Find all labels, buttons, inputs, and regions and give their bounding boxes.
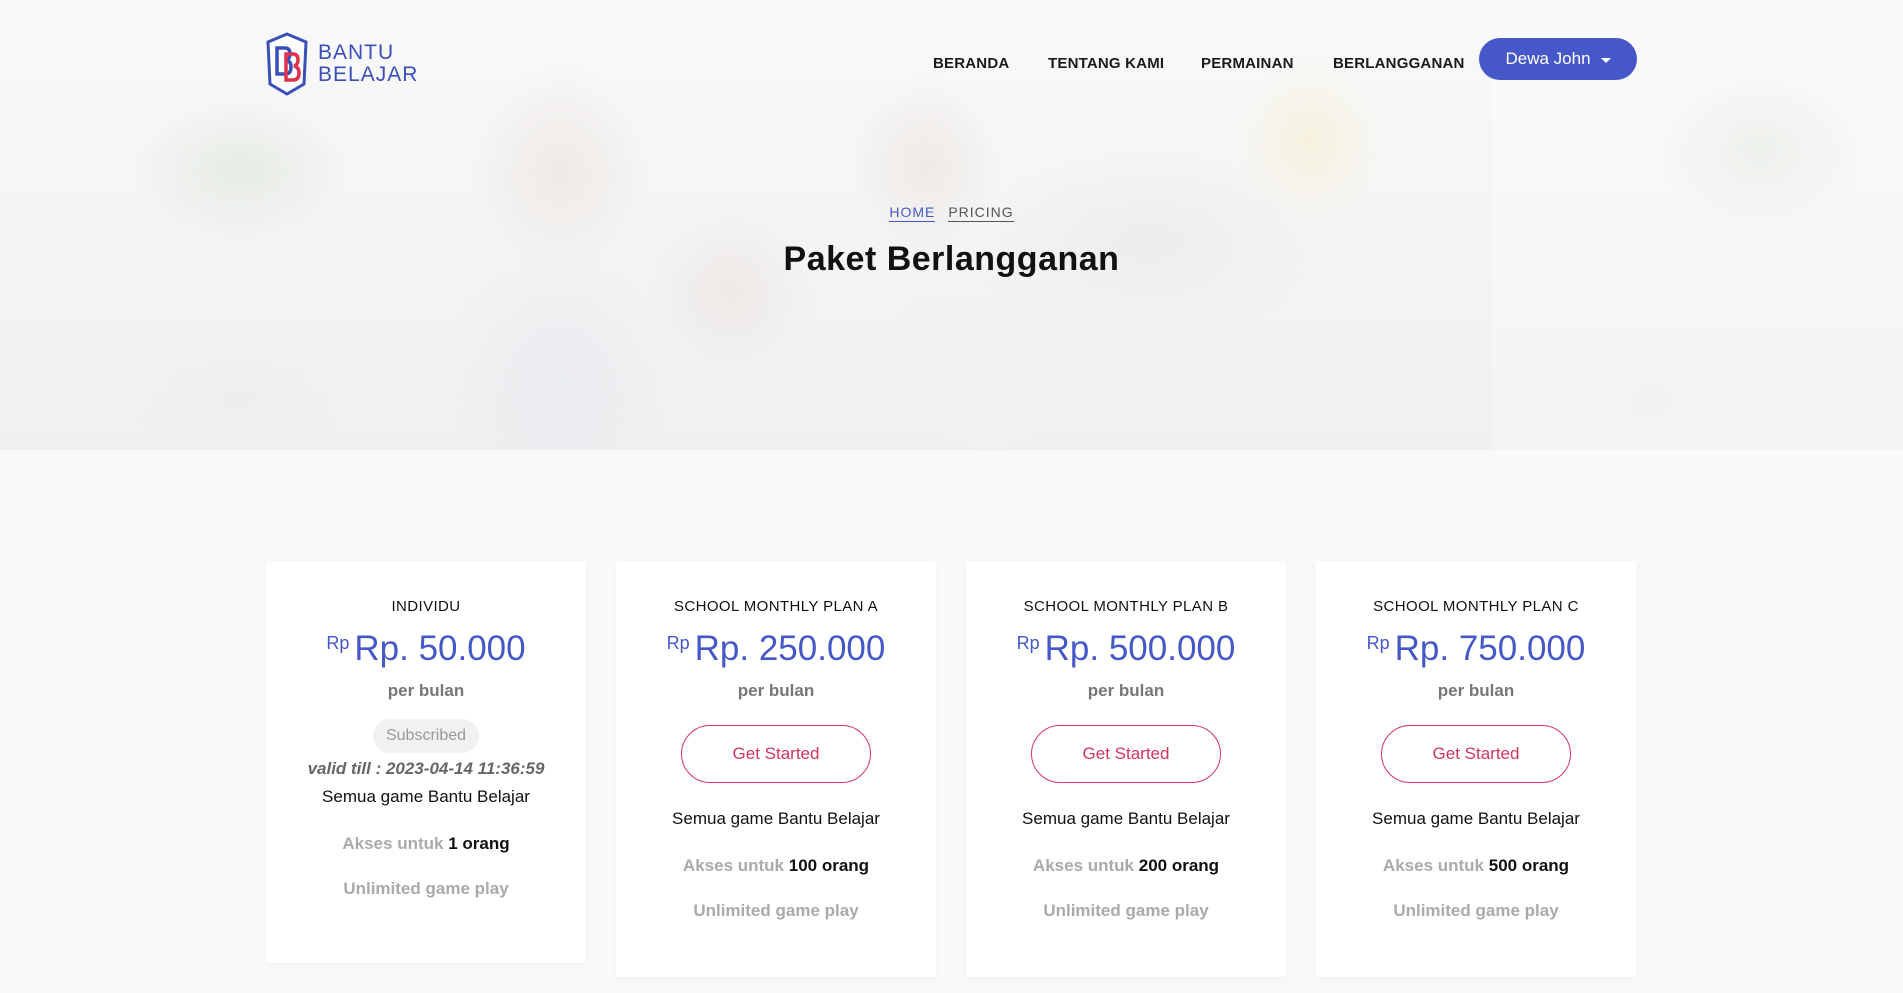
plan-feature: Unlimited game play	[693, 901, 859, 920]
plan-feature: Unlimited game play	[343, 879, 509, 898]
price-currency: Rp	[1016, 633, 1040, 653]
plan-description: Semua game Bantu Belajar	[672, 809, 880, 828]
access-count: 200 orang	[1138, 856, 1220, 875]
chevron-down-icon	[1600, 57, 1611, 63]
price-currency: Rp	[1366, 633, 1390, 653]
plan-name: SCHOOL MONTHLY PLAN B	[1023, 598, 1229, 615]
nav-berlangganan[interactable]: BERLANGGANAN	[1333, 55, 1465, 72]
valid-till-text: valid till : 2023-04-14 11:36:59	[307, 759, 545, 778]
plan-feature: Unlimited game play	[1043, 901, 1209, 920]
access-prefix: Akses untuk	[1382, 856, 1485, 875]
price-value: Rp. 50.000	[354, 629, 526, 668]
user-menu-button[interactable]: Dewa John	[1479, 38, 1637, 80]
access-prefix: Akses untuk	[682, 856, 785, 875]
plan-access: Akses untuk 500 orang	[1316, 856, 1636, 876]
user-name: Dewa John	[1505, 49, 1591, 68]
price-value: Rp. 750.000	[1394, 629, 1586, 668]
pricing-card-plan-b: SCHOOL MONTHLY PLAN B Rp Rp. 500.000 per…	[966, 561, 1286, 977]
plan-name: INDIVIDU	[391, 598, 461, 615]
nav-beranda[interactable]: BERANDA	[933, 55, 1009, 72]
pricing-card-plan-c: SCHOOL MONTHLY PLAN C Rp Rp. 750.000 per…	[1316, 561, 1636, 977]
price-value: Rp. 500.000	[1044, 629, 1236, 668]
plan-access: Akses untuk 200 orang	[966, 856, 1286, 876]
get-started-button[interactable]: Get Started	[1031, 725, 1221, 783]
plan-description: Semua game Bantu Belajar	[322, 787, 530, 806]
nav-tentang-kami[interactable]: TENTANG KAMI	[1048, 55, 1164, 72]
price-period: per bulan	[387, 681, 465, 700]
breadcrumb: HOME PRICING	[0, 204, 1903, 222]
nav-permainan[interactable]: PERMAINAN	[1201, 55, 1294, 72]
access-prefix: Akses untuk	[342, 834, 444, 853]
get-started-button[interactable]: Get Started	[1381, 725, 1571, 783]
plan-access: Akses untuk 1 orang	[266, 834, 586, 854]
breadcrumb-home[interactable]: HOME	[889, 204, 936, 222]
price-currency: Rp	[326, 633, 350, 653]
access-count: 100 orang	[788, 856, 870, 875]
pricing-card-individu: INDIVIDU Rp Rp. 50.000 per bulan Subscri…	[266, 561, 586, 963]
plan-description: Semua game Bantu Belajar	[1022, 809, 1230, 828]
plan-description: Semua game Bantu Belajar	[1372, 809, 1580, 828]
plan-name: SCHOOL MONTHLY PLAN A	[673, 598, 878, 615]
access-count: 500 orang	[1488, 856, 1570, 875]
price-currency: Rp	[666, 633, 690, 653]
plan-feature: Unlimited game play	[1393, 901, 1559, 920]
price-period: per bulan	[737, 681, 815, 700]
plan-price: Rp Rp. 500.000	[966, 629, 1286, 669]
access-count: 1 orang	[448, 834, 510, 853]
plan-price: Rp Rp. 50.000	[266, 629, 586, 669]
price-period: per bulan	[1437, 681, 1515, 700]
pricing-card-plan-a: SCHOOL MONTHLY PLAN A Rp Rp. 250.000 per…	[616, 561, 936, 977]
plan-name: SCHOOL MONTHLY PLAN C	[1373, 598, 1579, 615]
plan-price: Rp Rp. 250.000	[616, 629, 936, 669]
access-prefix: Akses untuk	[1032, 856, 1135, 875]
page-title: Paket Berlangganan	[783, 240, 1120, 278]
plan-access: Akses untuk 100 orang	[616, 856, 936, 876]
plan-price: Rp Rp. 750.000	[1316, 629, 1636, 669]
price-period: per bulan	[1087, 681, 1165, 700]
price-value: Rp. 250.000	[694, 629, 886, 668]
get-started-button[interactable]: Get Started	[681, 725, 871, 783]
breadcrumb-current: PRICING	[948, 204, 1014, 222]
subscribed-badge: Subscribed	[372, 719, 480, 753]
